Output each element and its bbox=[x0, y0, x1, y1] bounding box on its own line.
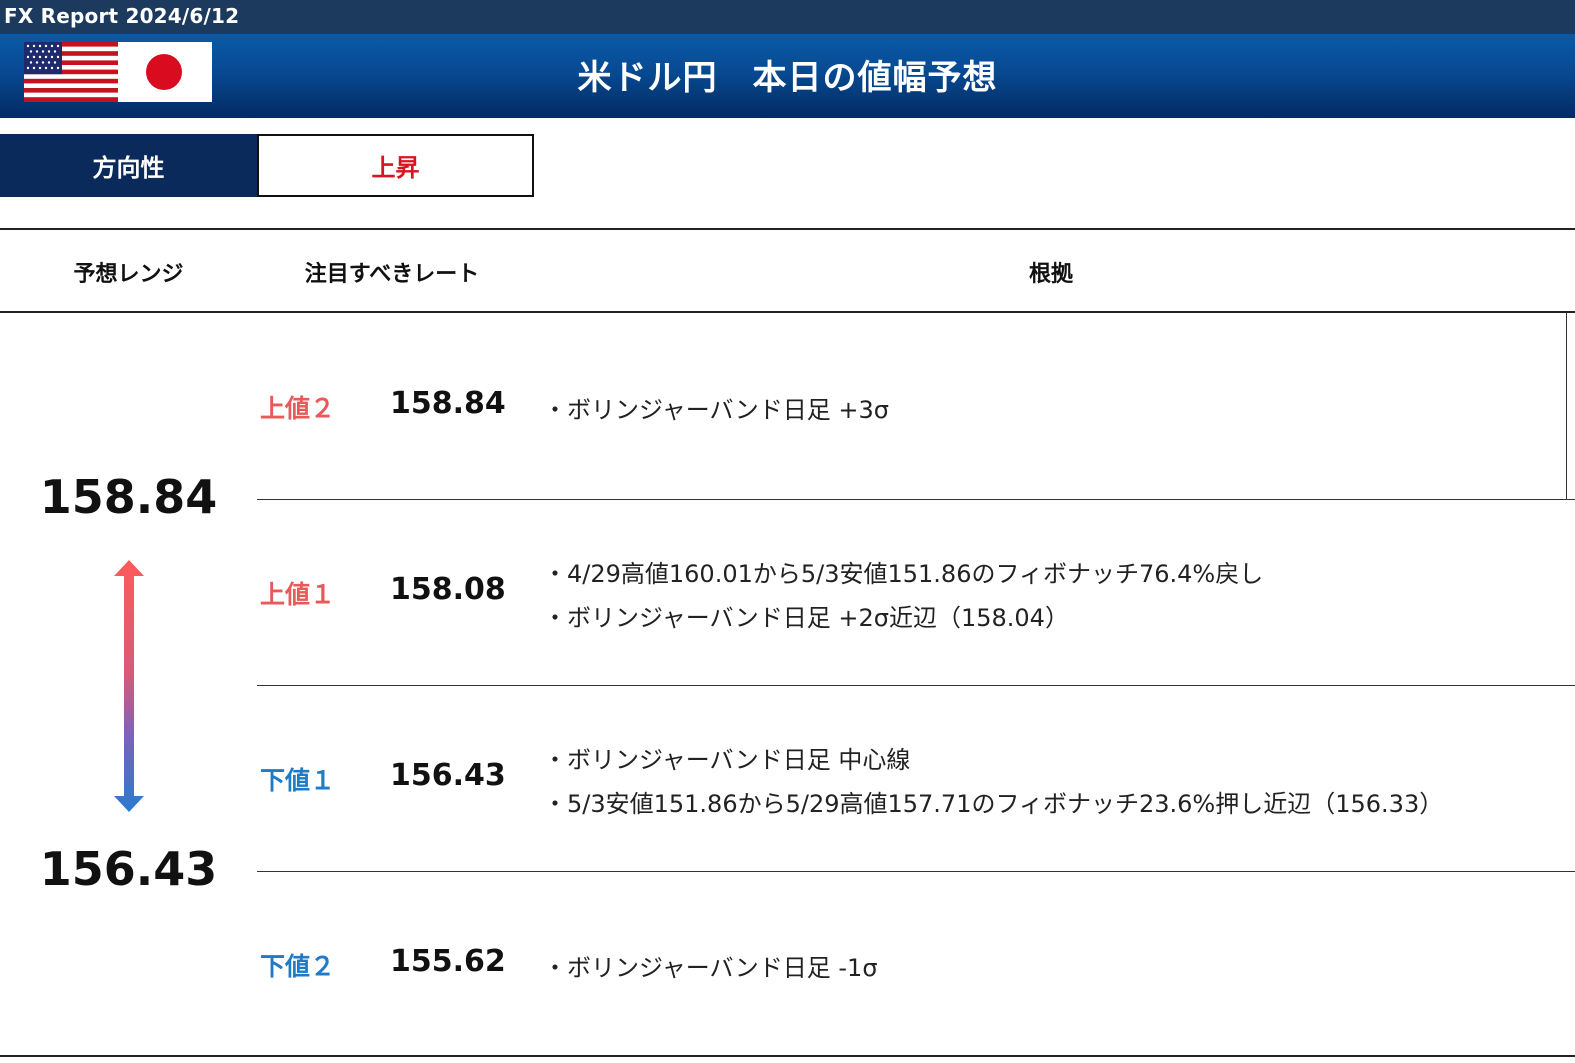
level-reason: ・4/29高値160.01から5/3安値151.86のフィボナッチ76.4%戻し bbox=[543, 560, 1264, 588]
level-reason: ・ボリンジャーバンド日足 -1σ bbox=[543, 954, 878, 982]
level-rate-resistance-2: 158.84 bbox=[390, 386, 506, 421]
range-arrow-icon bbox=[114, 560, 144, 812]
level-label-support-2: 下値２ bbox=[260, 952, 336, 981]
report-title: FX Report 2024/6/12 bbox=[4, 4, 240, 28]
table-bottom-divider bbox=[0, 1055, 1575, 1057]
direction-label: 方向性 bbox=[0, 134, 257, 197]
row-divider bbox=[257, 685, 1575, 686]
level-reason: ・ボリンジャーバンド日足 中心線 bbox=[543, 746, 911, 774]
report-header-bar: FX Report 2024/6/12 bbox=[0, 0, 1575, 34]
column-header-rate: 注目すべきレート bbox=[304, 262, 480, 287]
level-label-resistance-1: 上値１ bbox=[260, 580, 336, 609]
level-reason: ・ボリンジャーバンド日足 +3σ bbox=[543, 396, 889, 424]
row-divider bbox=[257, 499, 1575, 500]
level-rate-support-2: 155.62 bbox=[390, 944, 506, 979]
level-reason: ・ボリンジャーバンド日足 +2σ近辺（158.04） bbox=[543, 604, 1069, 632]
column-header-range: 予想レンジ bbox=[73, 262, 184, 287]
table-top-divider bbox=[0, 228, 1575, 230]
level-rate-support-1: 156.43 bbox=[390, 758, 506, 793]
range-high-value: 158.84 bbox=[39, 470, 218, 524]
page-title: 米ドル円 本日の値幅予想 bbox=[577, 58, 998, 98]
title-banner: 米ドル円 本日の値幅予想 bbox=[0, 34, 1575, 118]
column-header-basis: 根拠 bbox=[1028, 262, 1073, 287]
level-label-support-1: 下値１ bbox=[260, 766, 336, 795]
level-rate-resistance-1: 158.08 bbox=[390, 572, 506, 607]
direction-value: 上昇 bbox=[257, 134, 534, 197]
header-bottom-divider bbox=[0, 311, 1575, 313]
level-label-resistance-2: 上値２ bbox=[260, 394, 336, 423]
row-divider bbox=[257, 871, 1575, 872]
range-low-value: 156.43 bbox=[39, 842, 218, 896]
level-reason: ・5/3安値151.86から5/29高値157.71のフィボナッチ23.6%押し… bbox=[543, 790, 1444, 818]
table-right-border bbox=[1566, 313, 1567, 500]
